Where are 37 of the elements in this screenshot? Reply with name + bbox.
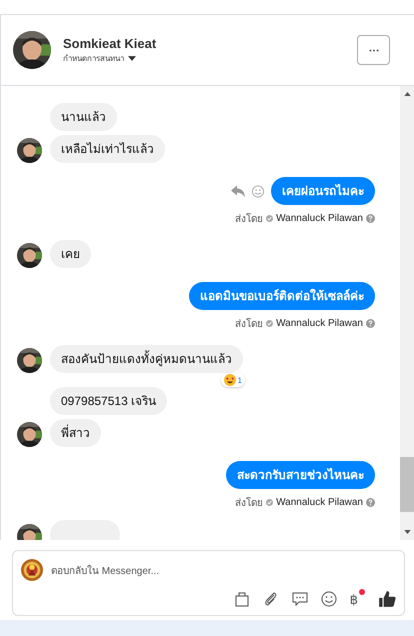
sender-name: Wannaluck Pilawan — [276, 318, 363, 329]
more-icon — [368, 48, 378, 52]
sender-name: Wannaluck Pilawan — [276, 497, 363, 508]
sender-name: Wannaluck Pilawan — [276, 213, 363, 224]
message-bubble: 0979857513 เจริน — [50, 387, 168, 415]
contact-name: Somkieat Kieat — [63, 36, 158, 50]
scroll-down-arrow[interactable] — [404, 530, 410, 534]
payment-button[interactable]: ฿ — [350, 589, 365, 608]
bag-icon[interactable] — [234, 590, 250, 606]
reaction-badge[interactable]: 1 — [220, 373, 245, 387]
help-icon[interactable] — [366, 319, 375, 328]
message-bubble: สะดวกรับสายช่วงไหนคะ — [226, 461, 375, 489]
conversation-settings-dropdown[interactable]: กำหนดการสนทนา — [63, 52, 136, 64]
scroll-up-arrow[interactable] — [404, 92, 410, 96]
chat-icon[interactable] — [292, 590, 308, 606]
emoji-icon[interactable] — [320, 590, 337, 606]
message-bubble: แอดมินขอเบอร์ติดต่อให้เซลล์ค่ะ — [189, 282, 375, 310]
check-icon — [266, 320, 274, 327]
help-icon[interactable] — [366, 498, 375, 507]
help-icon[interactable] — [366, 214, 375, 223]
scrollbar-thumb[interactable] — [400, 457, 414, 512]
message-bubble: เคยผ่อนรถไมคะ — [271, 177, 375, 205]
message-input[interactable]: ตอบกลับใน Messenger... — [51, 562, 396, 578]
message-bubble: นานแล้ว — [50, 103, 117, 131]
message-bubble: เหลือไม่เท่าไรแล้ว — [50, 135, 165, 163]
check-icon — [266, 499, 274, 506]
sent-by-label: ส่งโดย — [235, 212, 264, 226]
caret-icon — [128, 56, 136, 61]
message-bubble: พี่สาว — [50, 419, 101, 447]
sent-by-label: ส่งโดย — [235, 496, 264, 510]
check-icon — [266, 215, 274, 222]
paperclip-icon[interactable] — [262, 590, 279, 606]
thumbs-up-icon[interactable] — [378, 590, 396, 608]
reply-icon[interactable] — [231, 184, 245, 198]
sent-by-label: ส่งโดย — [235, 317, 264, 331]
message-bubble: สองคันป้ายแดงทั้งคู่หมดนานแล้ว — [50, 345, 243, 373]
message-bubble: เคย — [50, 240, 91, 268]
